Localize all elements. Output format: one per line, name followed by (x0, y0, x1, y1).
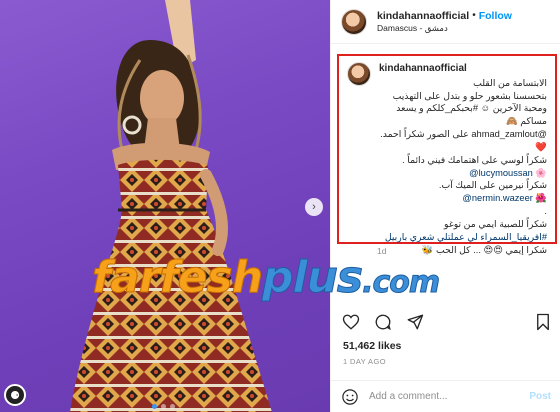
caption: kindahannaofficial الابتسامة من القلب بت… (379, 62, 547, 256)
location-link[interactable]: Damascus - دمشق (377, 23, 512, 34)
header-username[interactable]: kindahannaofficial (377, 10, 469, 23)
caption-line: شكرا إيمي 😍😍 ... كل الحب 🐝 (421, 244, 547, 255)
caption-username[interactable]: kindahannaofficial (379, 62, 547, 76)
carousel-dot (170, 404, 175, 409)
separator-dot: • (472, 9, 476, 21)
caption-line: @ahmad_zamlout على الصور شكراً احمد. (380, 129, 547, 140)
post-side-panel: kindahannaofficial • Follow Damascus - د… (330, 0, 560, 412)
bookmark-icon[interactable] (533, 312, 553, 332)
caption-line: شكراً لوسي على اهتمامك فيني دائماً . (402, 154, 547, 165)
photo-figure-illustration (70, 0, 272, 412)
avatar[interactable] (341, 8, 367, 35)
comment-bar: Post (331, 380, 560, 412)
mention-link[interactable]: @nermin.wazeer 🌺 (379, 192, 547, 205)
caption-line: مساكم 🙈 (506, 116, 547, 127)
tagged-users-icon[interactable]: ⚈ (4, 384, 26, 406)
avatar[interactable] (347, 62, 371, 86)
comment-icon[interactable] (373, 312, 393, 332)
comment-input[interactable] (369, 391, 530, 402)
hashtag-link[interactable]: #افريقيا_السمراء لي عملتلي شعري باربيل (379, 231, 547, 244)
caption-highlight: kindahannaofficial الابتسامة من القلب بت… (337, 54, 557, 255)
carousel-dot (161, 404, 166, 409)
post-comment-button[interactable]: Post (529, 391, 551, 402)
caption-line: . (544, 206, 547, 217)
caption-line: الابتسامة من القلب (473, 77, 547, 88)
chevron-right-icon[interactable]: › (305, 198, 323, 216)
caption-line: شكراً للصبية ايمي من توغو (444, 218, 547, 229)
caption-line: شكراً نيرمين على الميك آب. (438, 180, 547, 191)
post-photo[interactable]: › ⚈ (0, 0, 330, 412)
caption-line: ❤️ (535, 141, 547, 152)
action-bar (341, 312, 553, 332)
caption-line: ومحبة الآخرين ☺ #بحبكم_كلكم و يسعد (396, 103, 547, 114)
caption-line: بتحسسنا بشعور حلو و بتدل على التهذيب (392, 90, 547, 101)
post-header: kindahannaofficial • Follow Damascus - د… (331, 0, 560, 44)
post-date: 1 DAY AGO (343, 357, 386, 366)
likes-count[interactable]: 51,462 likes (343, 340, 401, 352)
mention-link[interactable]: @lucymoussan 🌸 (379, 167, 547, 180)
carousel-dots (152, 404, 175, 409)
smile-icon[interactable] (341, 388, 359, 406)
caption-timestamp: 1d (377, 246, 387, 256)
heart-icon[interactable] (341, 312, 361, 332)
share-icon[interactable] (405, 312, 425, 332)
carousel-dot (152, 404, 157, 409)
follow-button[interactable]: Follow (479, 10, 512, 23)
